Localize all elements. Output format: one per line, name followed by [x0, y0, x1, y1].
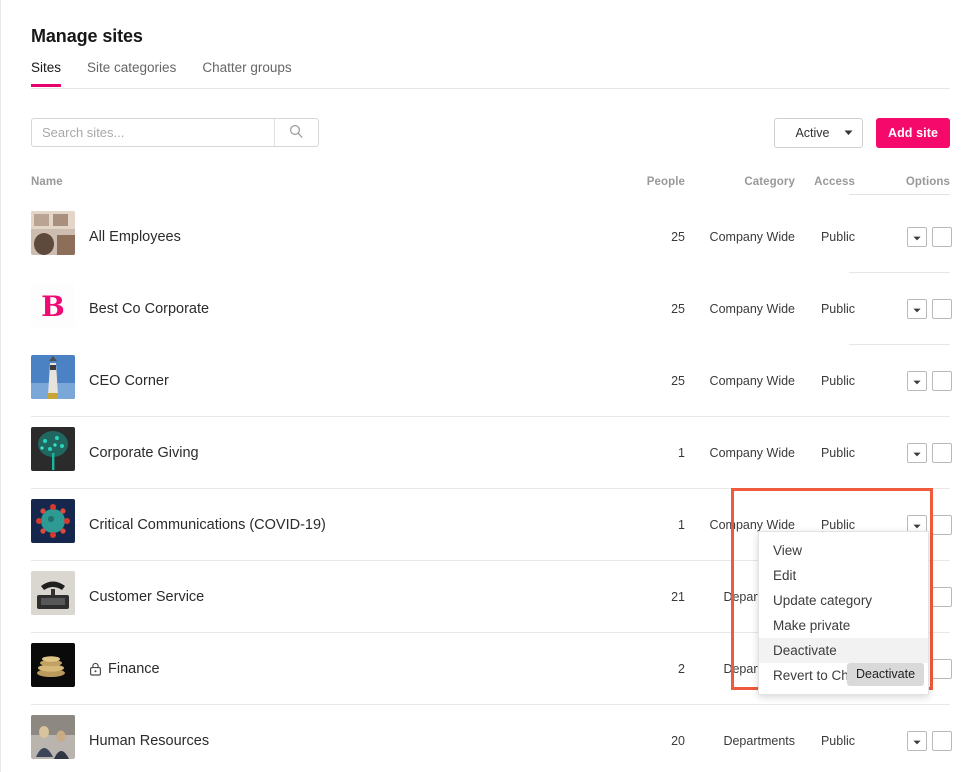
site-thumbnail [31, 211, 75, 255]
row-select-checkbox[interactable] [932, 371, 952, 391]
access-cell: Public [820, 302, 855, 316]
page-title: Manage sites [31, 26, 143, 46]
access-cell: Public [820, 734, 855, 748]
people-count-cell: 20 [671, 734, 685, 748]
deactivate-tooltip: Deactivate [847, 663, 925, 686]
site-name-label: CEO Corner [89, 373, 169, 389]
people-count-cell: 25 [671, 302, 685, 316]
chevron-down-icon [913, 732, 921, 750]
chevron-down-icon [844, 130, 862, 136]
table-row[interactable]: Corporate Giving 1 Company Wide Public [1, 417, 979, 489]
tab-site-categories[interactable]: Site categories [87, 60, 176, 86]
site-thumbnail [31, 643, 75, 687]
site-thumbnail [31, 715, 75, 759]
people-count-cell: 25 [671, 230, 685, 244]
site-name-cell[interactable]: Best Co Corporate [89, 301, 209, 317]
table-row[interactable]: CEO Corner 25 Company Wide Public [1, 345, 979, 417]
site-name-cell[interactable]: Customer Service [89, 589, 204, 605]
people-count-cell: 1 [678, 518, 685, 532]
category-cell: Company Wide [709, 230, 795, 244]
table-row[interactable]: All Employees 25 Company Wide Public [1, 201, 979, 273]
site-thumbnail [31, 355, 75, 399]
access-cell: Public [820, 230, 855, 244]
table-row[interactable]: Human Resources 20 Departments Public [1, 705, 979, 772]
svg-text:B: B [41, 290, 65, 323]
site-thumbnail [31, 499, 75, 543]
site-name-label: Finance [108, 661, 160, 677]
status-filter-value: Active [795, 126, 830, 140]
people-count-cell: 1 [678, 446, 685, 460]
add-site-button[interactable]: Add site [876, 118, 950, 148]
site-name-cell[interactable]: Corporate Giving [89, 445, 199, 461]
search-input[interactable] [32, 119, 274, 146]
site-name-label: Corporate Giving [89, 445, 199, 461]
category-cell: Company Wide [709, 374, 795, 388]
site-name-label: Human Resources [89, 733, 210, 749]
column-header-category: Category [744, 176, 795, 188]
row-select-checkbox[interactable] [932, 227, 952, 247]
row-select-checkbox[interactable] [932, 587, 952, 607]
chevron-down-icon [913, 228, 921, 246]
row-select-checkbox[interactable] [932, 299, 952, 319]
site-name-cell[interactable]: Human Resources [89, 733, 209, 749]
category-cell: Company Wide [709, 518, 795, 532]
tab-bar: Sites Site categories Chatter groups [31, 60, 950, 89]
access-cell: Public [820, 374, 855, 388]
category-cell: Departments [723, 734, 795, 748]
site-thumbnail [31, 571, 75, 615]
access-cell: Public [820, 446, 855, 460]
people-count-cell: 2 [678, 662, 685, 676]
menu-item-make-private[interactable]: Make private [759, 613, 928, 638]
chevron-down-icon [913, 372, 921, 390]
access-cell: Public [820, 518, 855, 532]
row-select-checkbox[interactable] [932, 731, 952, 751]
site-thumbnail [31, 427, 75, 471]
lock-icon [89, 662, 102, 676]
category-cell: Company Wide [709, 302, 795, 316]
chevron-down-icon [913, 300, 921, 318]
column-header-people: People [646, 176, 685, 188]
category-cell: Company Wide [709, 446, 795, 460]
site-name-cell[interactable]: All Employees [89, 229, 181, 245]
column-header-name: Name [31, 176, 63, 188]
status-filter-select[interactable]: Active [774, 118, 863, 148]
people-count-cell: 25 [671, 374, 685, 388]
search-button[interactable] [274, 119, 318, 146]
column-header-access: Access [814, 176, 855, 188]
site-name-label: All Employees [89, 229, 181, 245]
people-count-cell: 21 [671, 590, 685, 604]
row-options-button[interactable] [907, 299, 927, 319]
tab-sites[interactable]: Sites [31, 60, 62, 87]
column-header-options: Options [905, 176, 950, 188]
chevron-down-icon [913, 444, 921, 462]
site-name-label: Critical Communications (COVID-19) [89, 517, 326, 533]
site-name-cell[interactable]: CEO Corner [89, 373, 169, 389]
site-name-label: Best Co Corporate [89, 301, 210, 317]
row-select-checkbox[interactable] [932, 659, 952, 679]
site-name-cell[interactable]: Finance [89, 661, 160, 677]
row-select-checkbox[interactable] [932, 515, 952, 535]
menu-item-view[interactable]: View [759, 538, 928, 563]
site-name-cell[interactable]: Critical Communications (COVID-19) [89, 517, 326, 533]
header-divider [849, 194, 950, 195]
magnifier-icon [289, 124, 304, 142]
table-row[interactable]: B Best Co Corporate 25 Company Wide Public [1, 273, 979, 345]
row-options-button[interactable] [907, 443, 927, 463]
search-box [31, 118, 319, 147]
tab-chatter-groups[interactable]: Chatter groups [202, 60, 291, 86]
menu-item-update-category[interactable]: Update category [759, 588, 928, 613]
manage-sites-page: Manage sites Sites Site categories Chatt… [0, 0, 979, 772]
row-select-checkbox[interactable] [932, 443, 952, 463]
site-name-label: Customer Service [89, 589, 205, 605]
menu-item-deactivate[interactable]: Deactivate [759, 638, 928, 663]
menu-item-edit[interactable]: Edit [759, 563, 928, 588]
row-options-button[interactable] [907, 227, 927, 247]
site-thumbnail: B [31, 283, 75, 327]
row-options-button[interactable] [907, 731, 927, 751]
row-options-button[interactable] [907, 371, 927, 391]
